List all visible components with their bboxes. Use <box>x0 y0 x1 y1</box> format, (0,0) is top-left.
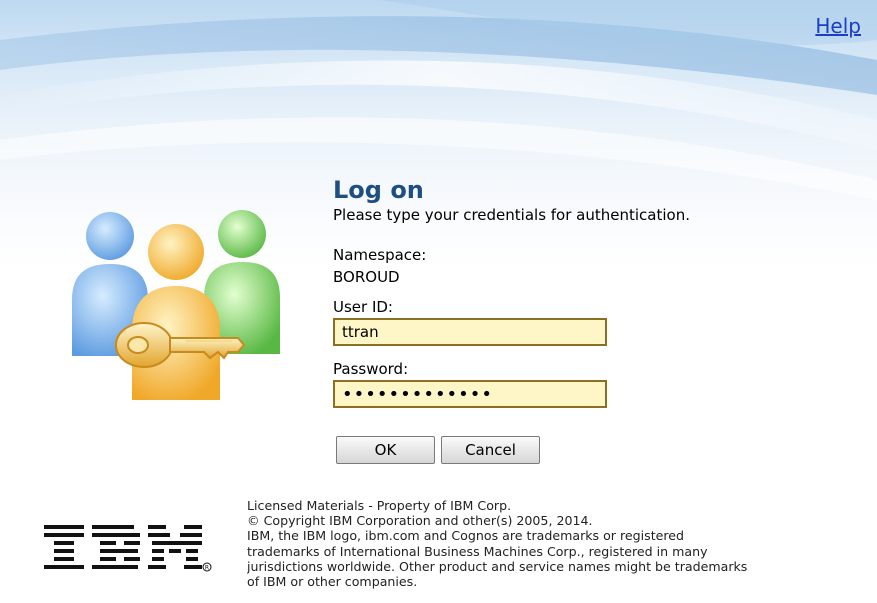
userid-label: User ID: <box>333 298 393 316</box>
logon-form: Log on Please type your credentials for … <box>333 176 853 464</box>
legal-line: of IBM or other companies. <box>247 574 418 590</box>
userid-input[interactable] <box>333 318 607 346</box>
page-subtitle: Please type your credentials for authent… <box>333 206 690 224</box>
legal-line: Licensed Materials - Property of IBM Cor… <box>247 498 512 513</box>
ibm-logo: R <box>44 525 212 572</box>
legal-line: trademarks of International Business Mac… <box>247 543 708 559</box>
legal-line: IBM, the IBM logo, ibm.com and Cognos ar… <box>247 528 685 544</box>
ok-button[interactable]: OK <box>336 436 435 464</box>
namespace-label: Namespace: <box>333 246 427 264</box>
password-label: Password: <box>333 360 409 378</box>
svg-text:R: R <box>205 565 209 572</box>
legal-line: jurisdictions worldwide. Other product a… <box>247 558 748 574</box>
legal-notice: Licensed Materials - Property of IBM Cor… <box>247 498 877 589</box>
namespace-value: BOROUD <box>333 268 400 286</box>
page-title: Log on <box>333 176 424 204</box>
password-input[interactable]: ••••••••••••• <box>333 380 607 408</box>
cancel-button[interactable]: Cancel <box>441 436 540 464</box>
help-link[interactable]: Help <box>815 14 861 38</box>
users-key-icon <box>72 210 280 400</box>
legal-line: © Copyright IBM Corporation and other(s)… <box>247 513 593 529</box>
